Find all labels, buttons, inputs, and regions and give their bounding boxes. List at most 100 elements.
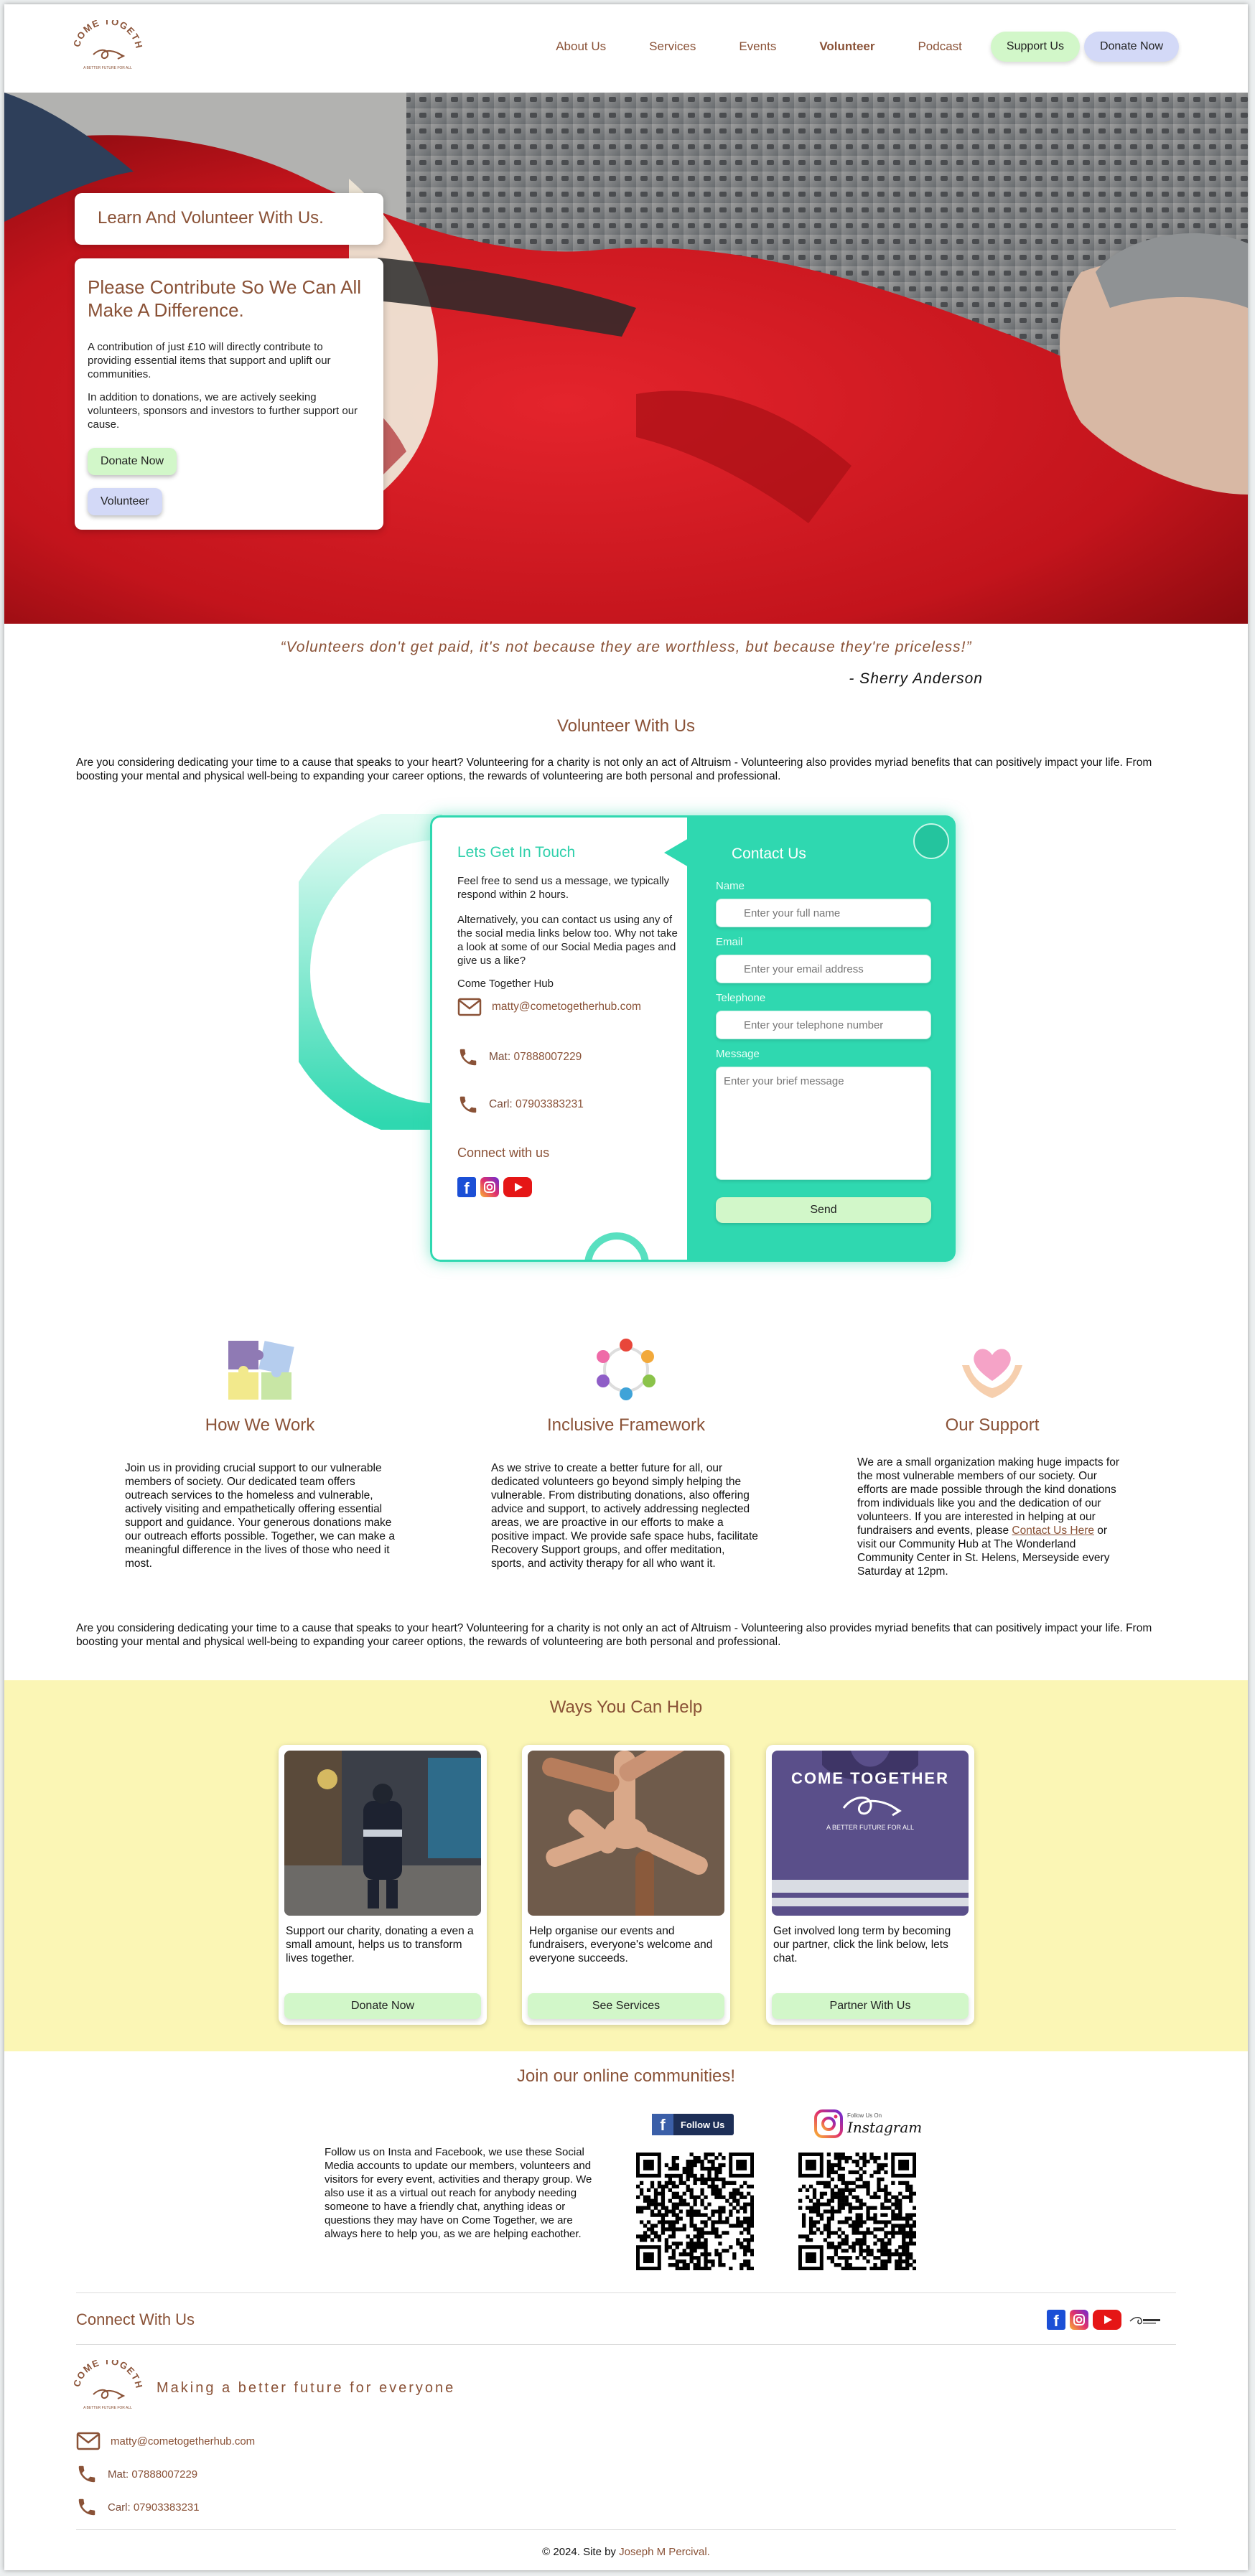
footer-phone-2: Carl: 07903383231 bbox=[76, 2496, 200, 2518]
site-header: COME TOGETHER A BETTER FUTURE FOR ALL Ab… bbox=[4, 4, 1248, 93]
footer-divider-mid bbox=[76, 2344, 1176, 2345]
decorative-half-ring bbox=[584, 1232, 649, 1262]
facebook-follow-label: Follow Us bbox=[681, 2119, 725, 2130]
help-card-2-text: Help organise our events and fundraisers… bbox=[529, 1925, 713, 1964]
phone-2-label: Carl: bbox=[489, 1098, 513, 1110]
hero-title: Learn And Volunteer With Us. bbox=[98, 208, 324, 228]
phone-icon bbox=[78, 2498, 95, 2516]
support-us-button[interactable]: Support Us bbox=[990, 32, 1080, 62]
communities-title: Join our online communities! bbox=[516, 2066, 736, 2086]
phone-2-link[interactable]: 07903383231 bbox=[515, 1098, 584, 1111]
youtube-icon[interactable] bbox=[503, 1177, 532, 1197]
community-logo-icon[interactable] bbox=[1126, 2310, 1162, 2330]
volunteer-text-repeat: Are you considering dedicating your time… bbox=[76, 1622, 1152, 1648]
phone-1-link[interactable]: 07888007229 bbox=[513, 1051, 582, 1064]
hero-volunteer-button[interactable]: Volunteer bbox=[88, 488, 162, 515]
phone-icon bbox=[78, 2465, 95, 2483]
email-input[interactable]: Enter your email address bbox=[716, 955, 931, 983]
site-author-link[interactable]: Joseph M Percival. bbox=[619, 2546, 710, 2558]
facebook-icon[interactable]: f bbox=[457, 1177, 476, 1197]
hero-section: Learn And Volunteer With Us. Please Cont… bbox=[4, 93, 1248, 624]
help-card-1-text: Support our charity, donating a even a s… bbox=[286, 1925, 474, 1964]
nav-podcast[interactable]: Podcast bbox=[918, 39, 961, 54]
copyright: © 2024. Site by Joseph M Percival. bbox=[4, 2546, 1248, 2558]
see-services-button[interactable]: See Services bbox=[528, 1993, 724, 2019]
contact-phone-1: Mat: 07888007229 bbox=[457, 1046, 582, 1068]
quote-author: - Sherry Anderson bbox=[849, 670, 983, 687]
help-donate-button[interactable]: Donate Now bbox=[284, 1993, 481, 2019]
svg-text:COME TOGETHER: COME TOGETHER bbox=[72, 20, 144, 50]
hero-title-card: Learn And Volunteer With Us. bbox=[75, 193, 383, 245]
feature-our-support: Our Support We are a small organization … bbox=[834, 1336, 1150, 1578]
feature-inclusive-framework: Inclusive Framework As we strive to crea… bbox=[468, 1336, 784, 1570]
hands-together-photo bbox=[528, 1751, 724, 1916]
footer-phone-2-link[interactable]: 07903383231 bbox=[134, 2501, 200, 2514]
logo[interactable]: COME TOGETHER A BETTER FUTURE FOR ALL bbox=[68, 11, 144, 80]
quote-text: “Volunteers don't get paid, it's not bec… bbox=[280, 639, 972, 655]
feature-1-text: Join us in providing crucial support to … bbox=[125, 1462, 395, 1570]
partner-with-us-button[interactable]: Partner With Us bbox=[772, 1993, 969, 2019]
facebook-icon[interactable]: f bbox=[1047, 2310, 1065, 2330]
contact-us-here-link[interactable]: Contact Us Here bbox=[1012, 1524, 1094, 1537]
footer-logo[interactable]: COME TOGETHER A BETTER FUTURE FOR ALL bbox=[68, 2351, 144, 2420]
instagram-icon[interactable] bbox=[1070, 2310, 1088, 2330]
nav-volunteer[interactable]: Volunteer bbox=[819, 39, 874, 54]
feature-3-text: We are a small organization making huge … bbox=[834, 1456, 1150, 1578]
hero-text-1: A contribution of just £10 will directly… bbox=[88, 341, 331, 380]
phone-icon bbox=[459, 1049, 477, 1066]
feature-how-we-work: How We Work Join us in providing crucial… bbox=[102, 1336, 418, 1570]
copyright-text: © 2024. Site by bbox=[542, 2546, 620, 2558]
message-textarea[interactable]: Enter your brief message bbox=[716, 1067, 931, 1180]
community-circle-icon bbox=[597, 1339, 656, 1400]
name-input[interactable]: Enter your full name bbox=[716, 899, 931, 927]
footer-phone-1-label: Mat: bbox=[108, 2468, 129, 2481]
phone-icon bbox=[459, 1096, 477, 1113]
send-button[interactable]: Send bbox=[716, 1197, 931, 1223]
footer-divider-top bbox=[76, 2292, 1176, 2293]
facebook-follow-badge[interactable]: f Follow Us bbox=[652, 2114, 734, 2135]
contact-intro-1: Feel free to send us a message, we typic… bbox=[457, 875, 670, 901]
footer-divider-bottom bbox=[76, 2529, 1176, 2530]
footer-phone-1-link[interactable]: 07888007229 bbox=[131, 2468, 197, 2481]
instagram-follow-badge[interactable]: Follow Us On Instagram bbox=[814, 2109, 922, 2138]
telephone-input[interactable]: Enter your telephone number bbox=[716, 1011, 931, 1039]
youtube-icon[interactable] bbox=[1093, 2310, 1121, 2330]
hero-donate-button[interactable]: Donate Now bbox=[88, 448, 177, 475]
volunteer-title: Volunteer With Us bbox=[556, 716, 696, 736]
mail-icon bbox=[457, 998, 482, 1016]
svg-text:f: f bbox=[464, 1179, 470, 1197]
feature-2-text: As we strive to create a better future f… bbox=[491, 1462, 758, 1570]
footer-email-link[interactable]: matty@cometogetherhub.com bbox=[111, 2435, 255, 2448]
page: COME TOGETHER A BETTER FUTURE FOR ALL Ab… bbox=[4, 4, 1248, 2570]
ways-title: Ways You Can Help bbox=[549, 1697, 703, 1717]
nav-services[interactable]: Services bbox=[649, 39, 696, 54]
svg-text:f: f bbox=[1053, 2312, 1059, 2330]
main-nav: About Us Services Events Volunteer Podca… bbox=[513, 32, 1179, 62]
nav-about-us[interactable]: About Us bbox=[556, 39, 606, 54]
svg-text:COME TOGETHER: COME TOGETHER bbox=[72, 2360, 144, 2390]
footer-email-line: matty@cometogetherhub.com bbox=[76, 2432, 255, 2450]
instagram-icon[interactable] bbox=[480, 1177, 499, 1197]
form-arrow bbox=[664, 838, 689, 867]
help-card-services: Help organise our events and fundraisers… bbox=[522, 1745, 730, 2025]
feature-1-title: How We Work bbox=[205, 1415, 315, 1435]
svg-text:A BETTER FUTURE FOR ALL: A BETTER FUTURE FOR ALL bbox=[83, 2406, 132, 2410]
nav-events[interactable]: Events bbox=[739, 39, 776, 54]
connect-with-us-title: Connect with us bbox=[457, 1146, 550, 1160]
help-card-donate: Support our charity, donating a even a s… bbox=[279, 1745, 487, 2025]
contact-intro-2: Alternatively, you can contact us using … bbox=[457, 914, 678, 967]
donate-now-button[interactable]: Donate Now bbox=[1083, 32, 1179, 62]
puzzle-icon bbox=[228, 1341, 294, 1400]
hero-heading: Please Contribute So We Can All Make A D… bbox=[88, 276, 362, 321]
contact-org: Come Together Hub bbox=[457, 978, 554, 990]
footer-tagline: Making a better future for everyone bbox=[157, 2380, 456, 2396]
svg-text:A BETTER FUTURE FOR ALL: A BETTER FUTURE FOR ALL bbox=[826, 1824, 914, 1831]
footer-connect-title: Connect With Us bbox=[76, 2310, 195, 2328]
contact-email-line: matty@cometogetherhub.com bbox=[457, 998, 641, 1016]
instagram-icon bbox=[814, 2109, 843, 2138]
help-card-3-text: Get involved long term by becoming our p… bbox=[773, 1925, 951, 1964]
decorative-bubble bbox=[913, 823, 949, 859]
instagram-wordmark: Instagram bbox=[847, 2118, 923, 2136]
contact-email-link[interactable]: matty@cometogetherhub.com bbox=[492, 1001, 641, 1013]
footer-phone-1: Mat: 07888007229 bbox=[76, 2463, 197, 2485]
